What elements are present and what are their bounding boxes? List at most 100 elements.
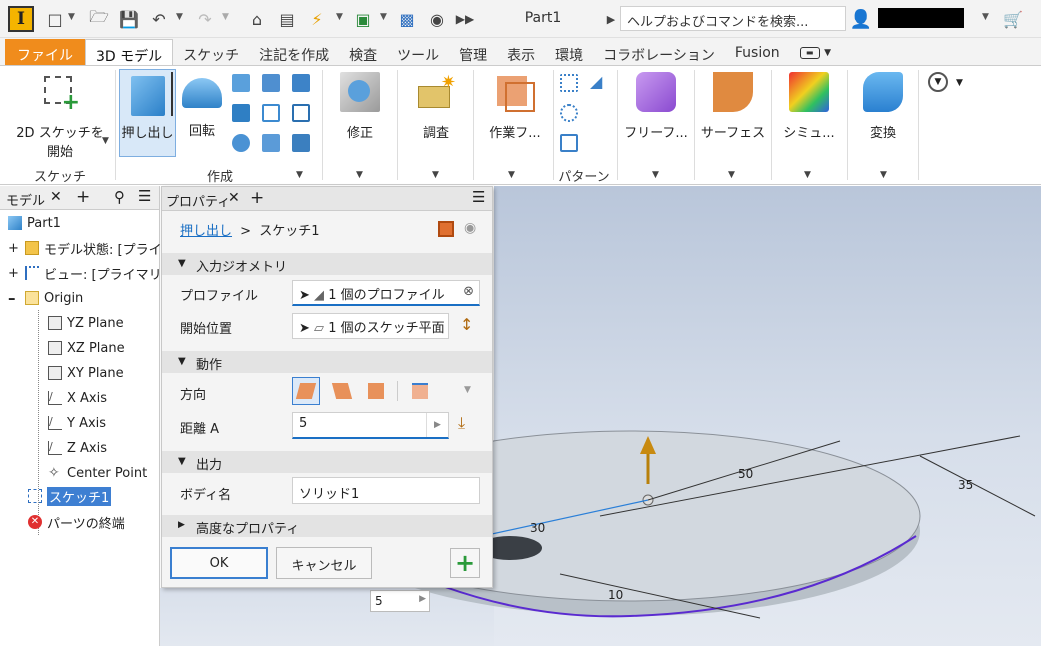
mini-input-value[interactable]: 5 — [375, 594, 383, 608]
tab-tools[interactable]: ツール — [387, 39, 449, 66]
cancel-button[interactable]: キャンセル — [276, 547, 372, 579]
tab-environments[interactable]: 環境 — [545, 39, 593, 66]
tree-item-part[interactable]: Part1 — [8, 212, 61, 234]
distance-input[interactable]: 5 ▶ — [292, 412, 449, 439]
coil-icon[interactable] — [262, 74, 280, 92]
add-tab-icon[interactable]: + — [76, 187, 90, 207]
start-2d-sketch-button[interactable]: + 2D スケッチを 開始 — [10, 72, 110, 160]
chevron-right-icon[interactable]: ▶ — [426, 413, 448, 437]
menu-icon[interactable]: ☰ — [138, 187, 151, 205]
decal-icon[interactable] — [262, 134, 280, 152]
simulation-button[interactable]: シミュ... — [776, 72, 842, 141]
chevron-down-icon[interactable]: ▼ — [356, 170, 363, 180]
chevron-right-icon[interactable]: ▶ — [419, 594, 426, 604]
tree-item-sketch1[interactable]: スケッチ1 — [28, 485, 112, 507]
shape-generator-icon[interactable] — [292, 134, 310, 152]
freeform-button[interactable]: フリーフ... — [622, 72, 690, 141]
sketch-pattern-icon[interactable] — [560, 134, 578, 152]
revolve-button[interactable]: 回転 — [180, 74, 224, 139]
modify-button[interactable]: 修正 — [330, 72, 390, 141]
preset-icon[interactable] — [438, 221, 454, 237]
body-name-input[interactable]: ソリッド1 — [292, 477, 480, 504]
mirror-icon[interactable]: ◢ — [590, 74, 608, 92]
close-icon[interactable]: ✕ — [228, 190, 240, 206]
apply-button[interactable]: + — [450, 548, 480, 578]
ok-button[interactable]: OK — [170, 547, 268, 579]
chevron-down-icon[interactable]: ▼ — [296, 170, 303, 180]
chevron-down-icon[interactable]: ▼ — [982, 12, 989, 22]
tab-view[interactable]: 表示 — [497, 39, 545, 66]
circular-pattern-icon[interactable] — [560, 104, 578, 122]
tab-annotate[interactable]: 注記を作成 — [249, 39, 339, 66]
ribbon-more-icon[interactable]: ▼ — [928, 72, 948, 92]
eye-icon[interactable]: ◉ — [464, 220, 476, 236]
derive-icon[interactable] — [292, 74, 310, 92]
chevron-down-icon[interactable]: ▼ — [176, 12, 183, 22]
properties-icon[interactable]: ▤ — [276, 8, 298, 30]
tree-item-end-of-part[interactable]: ✕ パーツの終端 — [28, 511, 125, 533]
new-file-icon[interactable]: □ — [44, 8, 66, 30]
distance-value[interactable]: 5 — [299, 416, 307, 431]
tab-sketch[interactable]: スケッチ — [173, 39, 249, 66]
import-icon[interactable] — [292, 104, 310, 122]
distance-mode-icon[interactable]: ⤓ — [458, 413, 465, 433]
more-icon[interactable]: ▶▶ — [454, 8, 476, 30]
home-icon[interactable]: ⌂ — [246, 8, 268, 30]
section-output[interactable]: ▼ 出力 — [162, 451, 492, 473]
chevron-down-icon[interactable]: ▼ — [102, 136, 109, 146]
cart-icon[interactable]: 🛒 — [1002, 8, 1024, 30]
tab-3d-model[interactable]: 3D モデル — [85, 39, 174, 66]
section-behavior[interactable]: ▼ 動作 — [162, 351, 492, 373]
menu-icon[interactable]: ☰ — [472, 188, 485, 206]
chevron-down-icon[interactable]: ▼ — [222, 12, 229, 22]
search-input[interactable]: ヘルプおよびコマンドを検索... — [620, 6, 846, 31]
material-icon[interactable]: ▩ — [396, 8, 418, 30]
expand-icon[interactable]: + — [8, 241, 20, 256]
start-selector[interactable]: ➤ ▱ 1 個のスケッチ平面 — [292, 313, 449, 339]
chevron-down-icon[interactable]: ▼ — [380, 12, 387, 22]
tree-item-xz-plane[interactable]: XZ Plane — [48, 337, 125, 359]
user-name[interactable] — [878, 8, 964, 28]
section-input-geometry[interactable]: ▼ 入力ジオメトリ — [162, 253, 492, 275]
collapse-icon[interactable]: – — [8, 289, 20, 307]
chevron-down-icon[interactable]: ▼ — [464, 385, 471, 395]
redo-icon[interactable]: ↷ — [194, 8, 216, 30]
tree-item-origin[interactable]: – Origin — [8, 287, 83, 309]
section-advanced[interactable]: ▶ 高度なプロパティ — [162, 515, 492, 537]
tab-file[interactable]: ファイル — [5, 39, 85, 66]
browser-tab[interactable]: モデル — [6, 190, 45, 209]
tab-collaborate[interactable]: コラボレーション — [593, 39, 725, 66]
chevron-down-icon[interactable]: ▼ — [508, 170, 515, 180]
save-icon[interactable]: 💾 — [118, 8, 140, 30]
direction-symmetric-button[interactable] — [362, 377, 390, 405]
tree-item-center-point[interactable]: ✧ Center Point — [48, 462, 147, 484]
properties-tab[interactable]: プロパティ — [166, 191, 230, 210]
tree-item-x-axis[interactable]: ∕ X Axis — [48, 387, 107, 409]
sweep-icon[interactable] — [232, 74, 250, 92]
rib-icon[interactable] — [232, 134, 250, 152]
body-name-value[interactable]: ソリッド1 — [299, 487, 359, 502]
tree-item-xy-plane[interactable]: XY Plane — [48, 362, 124, 384]
user-icon[interactable]: 👤 — [850, 8, 872, 30]
select-icon[interactable]: ▣ — [352, 8, 374, 30]
tree-item-y-axis[interactable]: ∕ Y Axis — [48, 412, 106, 434]
chevron-down-icon[interactable]: ▼ — [432, 170, 439, 180]
clear-icon[interactable]: ⊗ — [463, 284, 474, 299]
chevron-down-icon[interactable]: ▼ — [68, 12, 75, 22]
tab-fusion[interactable]: Fusion — [725, 39, 790, 66]
tab-manage[interactable]: 管理 — [449, 39, 497, 66]
appearance-icon[interactable]: ◉ — [426, 8, 448, 30]
expand-icon[interactable]: + — [8, 266, 20, 281]
chevron-down-icon[interactable]: ▼ — [652, 170, 659, 180]
extrude-button[interactable]: 押し出し — [119, 69, 176, 157]
convert-button[interactable]: 変換 — [852, 72, 914, 141]
open-folder-icon[interactable]: 🗁 — [88, 7, 110, 30]
loft-icon[interactable] — [232, 104, 250, 122]
ribbon-options-button[interactable]: ▬ ▼ — [790, 39, 841, 66]
direction-flipped-button[interactable] — [328, 377, 356, 405]
chevron-down-icon[interactable]: ▼ — [728, 170, 735, 180]
update-icon[interactable]: ⚡ — [306, 8, 328, 30]
tree-item-view[interactable]: + ビュー: [プライマリ] — [8, 262, 167, 284]
chevron-down-icon[interactable]: ▼ — [880, 170, 887, 180]
profile-selector[interactable]: ➤ ◢ 1 個のプロファイル ⊗ — [292, 280, 480, 306]
